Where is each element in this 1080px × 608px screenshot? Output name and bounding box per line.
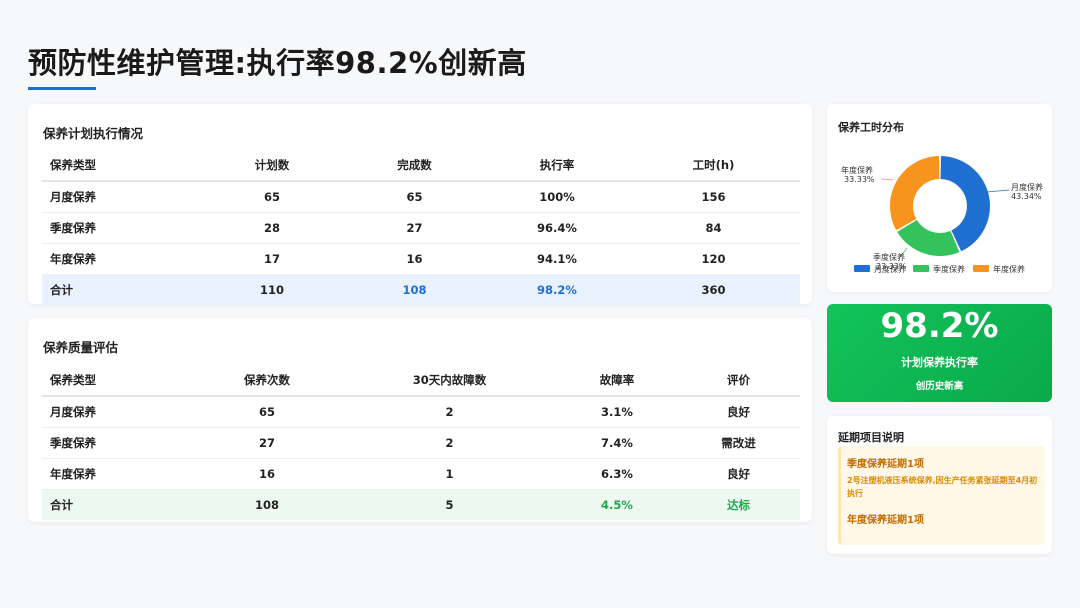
cell: 94.1% (487, 243, 627, 275)
kpi-sub: 创历史新高 (915, 381, 964, 392)
cell: 120 (627, 243, 800, 275)
cell: 1 (342, 458, 557, 490)
table-total-row: 合计 108 5 4.5% 达标 (42, 489, 800, 520)
cell: 65 (202, 181, 342, 213)
cell: 4.5% (557, 489, 677, 520)
table-row: 年度保养 16 1 6.3% 良好 (42, 458, 800, 490)
cell: 84 (627, 212, 800, 244)
cell: 年度保养 (42, 458, 192, 490)
cell: 108 (342, 274, 487, 305)
table-row: 月度保养 65 65 100% 156 (42, 181, 800, 213)
col-header: 计划数 (202, 150, 342, 182)
cell: 65 (342, 181, 487, 213)
label-yearly-name: 年度保养 (841, 165, 873, 175)
kpi-value: 98.2% (880, 306, 999, 346)
table-row: 月度保养 65 2 3.1% 良好 (42, 396, 800, 428)
cell: 17 (202, 243, 342, 275)
col-header: 评价 (677, 365, 800, 397)
kpi-card: 98.2% 计划保养执行率 创历史新高 (827, 304, 1052, 402)
cell: 16 (342, 243, 487, 275)
table-header-row: 保养类型 保养次数 30天内故障数 故障率 评价 (42, 365, 800, 397)
plan-table: 保养类型 计划数 完成数 执行率 工时(h) 月度保养 65 65 100% 1… (42, 150, 800, 305)
cell: 良好 (677, 396, 800, 428)
legend-swatch-monthly (854, 265, 870, 272)
col-header: 保养类型 (42, 150, 202, 182)
legend-monthly: 月度保养 (874, 264, 906, 274)
leader-line (986, 189, 1010, 193)
cell: 月度保养 (42, 181, 202, 213)
legend-swatch-quarterly (913, 265, 929, 272)
cell: 达标 (677, 489, 800, 520)
kpi-label: 计划保养执行率 (901, 356, 978, 369)
cell: 6.3% (557, 458, 677, 490)
cell: 27 (342, 212, 487, 244)
page-title: 预防性维护管理:执行率98.2%创新高 (28, 46, 527, 80)
cell: 2 (342, 396, 557, 428)
legend-quarterly: 季度保养 (933, 264, 965, 274)
cell: 季度保养 (42, 212, 202, 244)
legend-swatch-yearly (973, 265, 989, 272)
cell: 100% (487, 181, 627, 213)
delay-note-1: 季度保养延期1项 2号注塑机液压系统保养,因生产任务紧张延期至4月初执行 (838, 446, 1045, 509)
delay-notes-title: 延期项目说明 (838, 431, 904, 444)
slice-yearly (890, 156, 940, 231)
table-total-row: 合计 110 108 98.2% 360 (42, 274, 800, 305)
cell: 28 (202, 212, 342, 244)
table-header-row: 保养类型 计划数 完成数 执行率 工时(h) (42, 150, 800, 182)
cell: 96.4% (487, 212, 627, 244)
col-header: 保养次数 (192, 365, 342, 397)
cell: 360 (627, 274, 800, 305)
cell: 156 (627, 181, 800, 213)
cell: 27 (192, 427, 342, 459)
delay-note-body: 2号注塑机液压系统保养,因生产任务紧张延期至4月初执行 (847, 476, 1038, 498)
label-monthly-pct: 43.34% (1011, 192, 1042, 201)
quality-table-card: 保养质量评估 保养类型 保养次数 30天内故障数 故障率 评价 月度保养 65 … (28, 318, 812, 522)
cell: 良好 (677, 458, 800, 490)
cell: 5 (342, 489, 557, 520)
label-monthly-name: 月度保养 (1011, 182, 1043, 192)
leader-line (880, 178, 894, 181)
label-yearly-pct: 33.33% (844, 175, 875, 184)
hours-chart-card: 保养工时分布 月度保养 43.34% 年度保养 33.33% 季度保养 23.3… (827, 104, 1052, 292)
cell: 季度保养 (42, 427, 192, 459)
col-header: 工时(h) (627, 150, 800, 182)
cell: 2 (342, 427, 557, 459)
legend-yearly: 年度保养 (993, 264, 1025, 274)
cell: 需改进 (677, 427, 800, 459)
cell: 7.4% (557, 427, 677, 459)
delay-note-head: 季度保养延期1项 (847, 459, 924, 470)
plan-table-title: 保养计划执行情况 (43, 126, 144, 141)
cell: 3.1% (557, 396, 677, 428)
cell: 年度保养 (42, 243, 202, 275)
table-row: 年度保养 17 16 94.1% 120 (42, 243, 800, 275)
plan-table-card: 保养计划执行情况 保养类型 计划数 完成数 执行率 工时(h) 月度保养 65 … (28, 104, 812, 305)
delay-note-head: 年度保养延期1项 (847, 515, 924, 526)
cell: 16 (192, 458, 342, 490)
col-header: 完成数 (342, 150, 487, 182)
slice-quarterly (897, 219, 960, 256)
cell: 合计 (42, 274, 202, 305)
col-header: 保养类型 (42, 365, 192, 397)
title-underline (28, 87, 96, 90)
delay-note-2: 年度保养延期1项 (838, 503, 1045, 545)
col-header: 30天内故障数 (342, 365, 557, 397)
col-header: 执行率 (487, 150, 627, 182)
table-row: 季度保养 28 27 96.4% 84 (42, 212, 800, 244)
cell: 月度保养 (42, 396, 192, 428)
col-header: 故障率 (557, 365, 677, 397)
cell: 98.2% (487, 274, 627, 305)
table-row: 季度保养 27 2 7.4% 需改进 (42, 427, 800, 459)
cell: 65 (192, 396, 342, 428)
cell: 合计 (42, 489, 192, 520)
cell: 110 (202, 274, 342, 305)
quality-table-title: 保养质量评估 (43, 340, 119, 355)
label-quarterly-name: 季度保养 (873, 252, 905, 262)
quality-table: 保养类型 保养次数 30天内故障数 故障率 评价 月度保养 65 2 3.1% … (42, 365, 800, 520)
cell: 108 (192, 489, 342, 520)
hours-donut-chart: 月度保养 43.34% 年度保养 33.33% 季度保养 23.33% 月度保养… (841, 156, 1043, 274)
